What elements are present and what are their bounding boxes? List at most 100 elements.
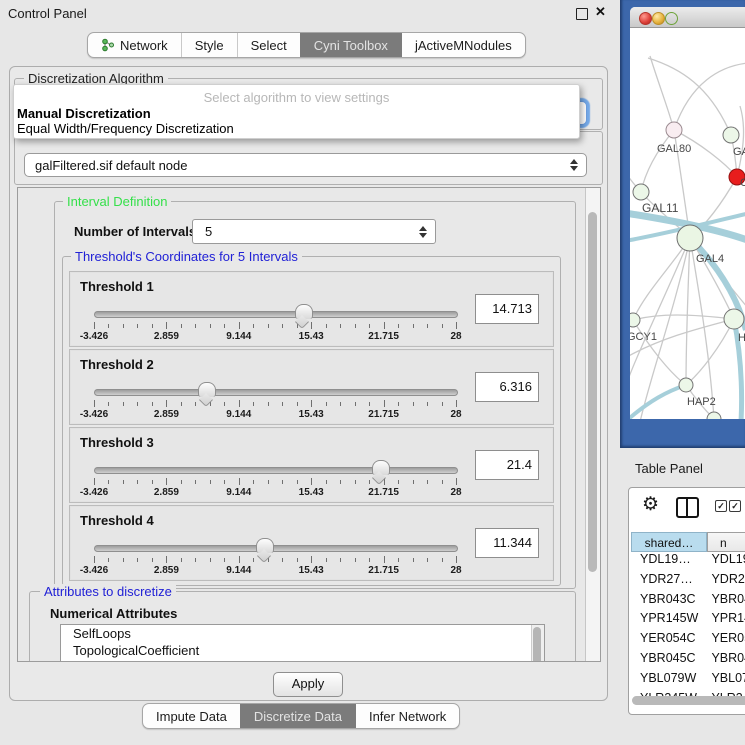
number-of-intervals-label: Number of Intervals: [74, 224, 196, 239]
table-panel-title: Table Panel: [635, 461, 703, 476]
settings-scrollbar[interactable]: [585, 188, 600, 661]
column-header-shared[interactable]: shared…: [631, 532, 707, 552]
network-graph: GAL80GALGAL11GAL4GCY1HAPHAP2C: [630, 28, 745, 419]
threshold-slider[interactable]: -3.4262.8599.14415.4321.71528: [94, 464, 456, 498]
dropdown-option-equal-width[interactable]: Equal Width/Frequency Discretization: [17, 121, 234, 136]
table-horizontal-scrollbar[interactable]: [632, 696, 745, 705]
dropdown-option-manual[interactable]: Manual Discretization: [17, 106, 151, 121]
group-title: Attributes to discretize: [40, 584, 176, 599]
slider-thumb[interactable]: [372, 460, 390, 475]
network-window-titlebar[interactable]: [630, 7, 745, 28]
svg-text:GAL80: GAL80: [657, 143, 691, 155]
threshold-value-field[interactable]: 6.316: [475, 372, 539, 402]
threshold-value-field[interactable]: 21.4: [475, 450, 539, 480]
slider-thumb[interactable]: [256, 538, 274, 553]
tab-cyni-toolbox[interactable]: Cyni Toolbox: [300, 33, 401, 57]
attributes-list[interactable]: SelfLoopsTopologicalCoefficientBetweenne…: [60, 624, 545, 661]
panel-title: Control Panel: [8, 6, 87, 21]
threshold-panel: Threshold 2 -3.4262.8599.14415.4321.7152…: [69, 349, 554, 425]
minimize-traffic-light-icon[interactable]: [652, 12, 665, 25]
slider-track[interactable]: [94, 467, 458, 474]
close-traffic-light-icon[interactable]: [639, 12, 652, 25]
slider-thumb[interactable]: [295, 304, 313, 319]
slider-track[interactable]: [94, 389, 458, 396]
slider-thumb[interactable]: [198, 382, 216, 397]
svg-text:C: C: [740, 177, 745, 189]
tab-select[interactable]: Select: [237, 33, 300, 57]
group-title: Threshold's Coordinates for 5 Intervals: [71, 249, 302, 264]
network-canvas[interactable]: GAL80GALGAL11GAL4GCY1HAPHAP2C: [630, 28, 745, 419]
apply-button[interactable]: Apply: [273, 672, 343, 697]
attributes-group: Attributes to discretize Numerical Attri…: [29, 591, 576, 661]
interval-definition-group: Interval Definition Number of Intervals …: [54, 201, 576, 589]
cyni-mode-tabs: Impute DataDiscretize DataInfer Network: [142, 703, 460, 729]
network-window: GAL80GALGAL11GAL4GCY1HAPHAP2C: [630, 7, 745, 419]
numerical-attributes-label: Numerical Attributes: [50, 606, 177, 621]
table-row[interactable]: YDR27…YDR27: [631, 572, 745, 592]
tab-jactivemnodules[interactable]: jActiveMNodules: [401, 33, 525, 57]
cyni-toolbox-panel: Discretization Algorithm Table Data galF…: [9, 66, 608, 701]
group-title: Interval Definition: [63, 194, 171, 209]
threshold-panel: Threshold 4 -3.4262.8599.14415.4321.7152…: [69, 505, 554, 581]
table-row[interactable]: YDL19…YDL19: [631, 552, 745, 572]
checkbox-icon[interactable]: ✓: [715, 500, 727, 512]
gear-icon[interactable]: ⚙: [642, 495, 659, 514]
threshold-slider[interactable]: -3.4262.8599.14415.4321.71528: [94, 308, 456, 342]
threshold-panel: Threshold 1 -3.4262.8599.14415.4321.7152…: [69, 271, 554, 347]
attribute-item[interactable]: BetweennessCentrality: [61, 659, 544, 661]
table-data-selected: galFiltered.sif default node: [25, 158, 569, 173]
close-icon[interactable]: ✕: [595, 4, 606, 20]
slider-track[interactable]: [94, 545, 458, 552]
control-panel-tabs: NetworkStyleSelectCyni ToolboxjActiveMNo…: [87, 32, 526, 58]
threshold-label: Threshold 4: [80, 513, 154, 528]
scrollbar-thumb[interactable]: [588, 212, 597, 572]
combo-arrows-icon: [569, 159, 579, 171]
svg-text:GAL4: GAL4: [696, 253, 724, 265]
threshold-slider[interactable]: -3.4262.8599.14415.4321.71528: [94, 542, 456, 576]
attribute-item[interactable]: TopologicalCoefficient: [61, 642, 544, 659]
table-row[interactable]: YBL079WYBL079W: [631, 671, 745, 691]
svg-text:HAP: HAP: [738, 332, 745, 344]
table-panel: ⚙ ✓ ✓ shared… n YDL19…YDL19YDR27…YDR27YB…: [628, 487, 745, 715]
number-of-intervals-spinner[interactable]: 5: [192, 219, 436, 244]
table-row[interactable]: YBR043CYBR043C: [631, 592, 745, 612]
table-row[interactable]: YER054CYER054C: [631, 631, 745, 651]
table-row[interactable]: YPR145WYPR145W: [631, 611, 745, 631]
tab-infer-network[interactable]: Infer Network: [355, 704, 459, 728]
threshold-value-field[interactable]: 11.344: [475, 528, 539, 558]
settings-scrollpane: Interval Definition Number of Intervals …: [17, 187, 601, 662]
table-row[interactable]: YBR045CYBR045C: [631, 651, 745, 671]
algorithm-dropdown-popup: Select algorithm to view settings Manual…: [13, 84, 580, 139]
table-data-combobox[interactable]: galFiltered.sif default node: [24, 153, 587, 177]
zoom-traffic-light-icon[interactable]: [665, 12, 678, 25]
screen: { "window": {"title": "Control Panel"}, …: [0, 0, 745, 745]
dropdown-prompt: Select algorithm to view settings: [14, 90, 579, 105]
table-header-row: shared… n: [631, 532, 745, 552]
attribute-item[interactable]: SelfLoops: [61, 625, 544, 642]
column-header-name[interactable]: n: [707, 532, 745, 552]
tab-discretize-data[interactable]: Discretize Data: [240, 704, 355, 728]
table-data-group: Table Data galFiltered.sif default node: [14, 131, 603, 185]
network-icon: [101, 38, 115, 52]
float-window-icon[interactable]: [576, 8, 588, 20]
table-rows: YDL19…YDL19YDR27…YDR27YBR043CYBR043CYPR1…: [631, 552, 745, 698]
tab-network[interactable]: Network: [88, 33, 181, 57]
threshold-label: Threshold 1: [80, 279, 154, 294]
threshold-label: Threshold 3: [80, 435, 154, 450]
settings-content: Interval Definition Number of Intervals …: [18, 188, 586, 661]
thresholds-group: Threshold's Coordinates for 5 Intervals …: [62, 256, 561, 586]
slider-track[interactable]: [94, 311, 458, 318]
checkbox-icon[interactable]: ✓: [729, 500, 741, 512]
tab-style[interactable]: Style: [181, 33, 237, 57]
threshold-slider[interactable]: -3.4262.8599.14415.4321.71528: [94, 386, 456, 420]
threshold-value-field[interactable]: 14.713: [475, 294, 539, 324]
svg-text:GAL11: GAL11: [642, 201, 679, 215]
spinner-value: 5: [193, 224, 418, 239]
svg-text:HAP2: HAP2: [687, 396, 716, 408]
tab-impute-data[interactable]: Impute Data: [143, 704, 240, 728]
spinner-arrows-icon[interactable]: [418, 226, 428, 238]
attributes-items: SelfLoopsTopologicalCoefficientBetweenne…: [61, 625, 544, 661]
threshold-label: Threshold 2: [80, 357, 154, 372]
list-scrollbar[interactable]: [531, 625, 544, 661]
column-layout-icon[interactable]: [676, 497, 699, 518]
